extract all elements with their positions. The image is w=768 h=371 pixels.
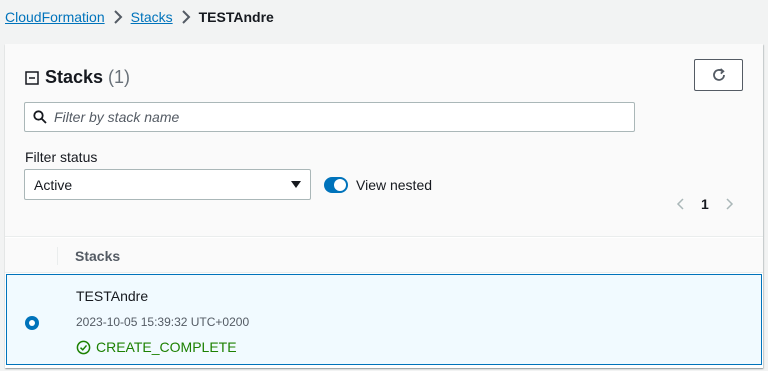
view-nested-toggle[interactable] bbox=[324, 177, 348, 193]
caret-down-icon bbox=[291, 181, 301, 188]
stacks-panel: Stacks (1) Filter status Active V bbox=[5, 44, 763, 368]
table-header: Stacks bbox=[5, 238, 763, 273]
panel-header: Stacks (1) Filter status Active V bbox=[5, 44, 763, 237]
search-icon bbox=[33, 110, 47, 124]
filter-status-label: Filter status bbox=[25, 149, 98, 165]
pagination: 1 bbox=[673, 196, 737, 212]
angle-right-icon[interactable] bbox=[721, 196, 737, 212]
search-field[interactable] bbox=[24, 102, 635, 132]
view-nested-label: View nested bbox=[356, 177, 433, 193]
angle-left-icon[interactable] bbox=[673, 196, 689, 212]
filter-status-select[interactable]: Active bbox=[24, 169, 311, 200]
panel-title-row: Stacks (1) bbox=[25, 67, 130, 88]
breadcrumb-cloudformation[interactable]: CloudFormation bbox=[5, 9, 105, 25]
stack-count: (1) bbox=[108, 67, 131, 87]
stack-name: TESTAndre bbox=[76, 288, 149, 304]
breadcrumb: CloudFormation Stacks TESTAndre bbox=[5, 9, 274, 25]
stack-timestamp: 2023-10-05 15:39:32 UTC+0200 bbox=[76, 315, 250, 329]
breadcrumb-stacks[interactable]: Stacks bbox=[131, 9, 173, 25]
panel-title: Stacks bbox=[45, 67, 104, 87]
column-divider bbox=[57, 247, 58, 265]
stack-status: CREATE_COMPLETE bbox=[76, 339, 237, 355]
chevron-right-icon bbox=[113, 10, 123, 24]
refresh-icon bbox=[712, 68, 725, 81]
refresh-button[interactable] bbox=[694, 59, 743, 91]
table-row[interactable]: TESTAndre 2023-10-05 15:39:32 UTC+0200 C… bbox=[6, 274, 762, 365]
toggle-knob bbox=[334, 179, 346, 191]
chevron-right-icon bbox=[181, 10, 191, 24]
page-number[interactable]: 1 bbox=[701, 196, 709, 212]
check-circle-icon bbox=[76, 340, 91, 354]
collapse-icon[interactable] bbox=[25, 70, 39, 85]
radio-dot bbox=[29, 320, 35, 326]
view-nested-toggle-wrap: View nested bbox=[324, 177, 432, 193]
column-header-stacks[interactable]: Stacks bbox=[75, 248, 120, 264]
filter-status-value: Active bbox=[34, 176, 73, 193]
row-radio-selected[interactable] bbox=[25, 316, 39, 330]
breadcrumb-current: TESTAndre bbox=[198, 9, 274, 25]
stack-status-text: CREATE_COMPLETE bbox=[96, 339, 237, 355]
search-input[interactable] bbox=[54, 109, 614, 125]
